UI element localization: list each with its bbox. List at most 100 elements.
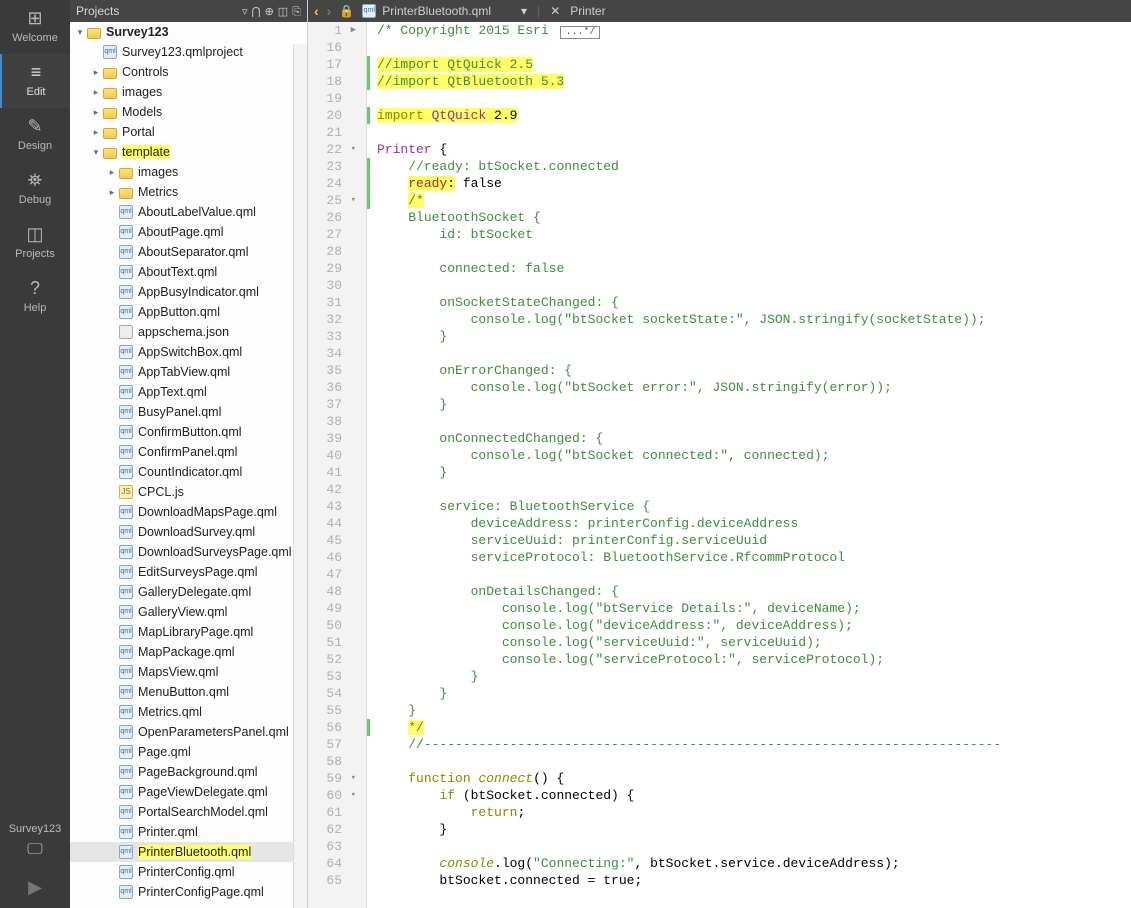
tree-file[interactable]: qmlAboutLabelValue.qml: [70, 202, 307, 222]
code-line[interactable]: console.log("btService Details:", device…: [377, 600, 1131, 617]
code-line[interactable]: [377, 838, 1131, 855]
code-line[interactable]: onSocketStateChanged: {: [377, 294, 1131, 311]
code-line[interactable]: [377, 413, 1131, 430]
code-line[interactable]: import QtQuick 2.9: [377, 107, 1131, 124]
code-line[interactable]: console.log("btSocket socketState:", JSO…: [377, 311, 1131, 328]
tree-file[interactable]: qmlEditSurveysPage.qml: [70, 562, 307, 582]
code-line[interactable]: serviceProtocol: BluetoothService.Rfcomm…: [377, 549, 1131, 566]
nav-back-icon[interactable]: ‹: [314, 3, 319, 19]
tree-file[interactable]: qmlCountIndicator.qml: [70, 462, 307, 482]
tree-file[interactable]: qmlAboutSeparator.qml: [70, 242, 307, 262]
tree-root[interactable]: ▾Survey123: [70, 22, 307, 42]
tree-file[interactable]: qmlGalleryView.qml: [70, 602, 307, 622]
tree-file[interactable]: qmlPrinter.qml: [70, 822, 307, 842]
panel-tool-icon-1[interactable]: ⋂: [252, 6, 261, 18]
breadcrumb[interactable]: Printer: [570, 4, 605, 18]
tree-folder-controls[interactable]: ▸Controls: [70, 62, 307, 82]
tree-file[interactable]: qmlMapLibraryPage.qml: [70, 622, 307, 642]
tree-file[interactable]: qmlAppSwitchBox.qml: [70, 342, 307, 362]
panel-tool-icon-4[interactable]: ⎘: [292, 6, 301, 18]
code-line[interactable]: }: [377, 685, 1131, 702]
tree-folder-template[interactable]: ▾template: [70, 142, 307, 162]
code-line[interactable]: }: [377, 464, 1131, 481]
line-gutter[interactable]: 1▶16171819202122▾232425▾2627282930313233…: [308, 22, 367, 908]
tree-file[interactable]: qmlAppBusyIndicator.qml: [70, 282, 307, 302]
code-line[interactable]: console.log("Connecting:", btSocket.serv…: [377, 855, 1131, 872]
code-line[interactable]: [377, 124, 1131, 141]
code-line[interactable]: service: BluetoothService {: [377, 498, 1131, 515]
code-line[interactable]: console.log("btSocket connected:", conne…: [377, 447, 1131, 464]
code-line[interactable]: //--------------------------------------…: [377, 736, 1131, 753]
code-line[interactable]: return;: [377, 804, 1131, 821]
tree-file[interactable]: qmlPrinterConfig.qml: [70, 862, 307, 882]
tree-file[interactable]: qmlAppTabView.qml: [70, 362, 307, 382]
tree-file[interactable]: qmlOpenParametersPanel.qml: [70, 722, 307, 742]
tree-file[interactable]: qmlAppButton.qml: [70, 302, 307, 322]
code-line[interactable]: [377, 277, 1131, 294]
code-line[interactable]: /* Copyright 2015 Esri ...*/: [377, 22, 1131, 39]
run-button[interactable]: ▶: [28, 867, 42, 908]
code-line[interactable]: }: [377, 668, 1131, 685]
code-line[interactable]: BluetoothSocket {: [377, 209, 1131, 226]
code-line[interactable]: [377, 90, 1131, 107]
tree-file[interactable]: qmlPageBackground.qml: [70, 762, 307, 782]
tree-qmlproject[interactable]: qmlSurvey123.qmlproject: [70, 42, 307, 62]
tree-file[interactable]: qmlPage.qml: [70, 742, 307, 762]
code-line[interactable]: serviceUuid: printerConfig.serviceUuid: [377, 532, 1131, 549]
file-dropdown-icon[interactable]: ▾: [521, 4, 527, 18]
project-tree[interactable]: ▾Survey123qmlSurvey123.qmlproject▸Contro…: [70, 22, 307, 908]
tree-folder-portal[interactable]: ▸Portal: [70, 122, 307, 142]
tree-file[interactable]: qmlDownloadMapsPage.qml: [70, 502, 307, 522]
close-file-icon[interactable]: ✕: [550, 4, 560, 18]
code-line[interactable]: if (btSocket.connected) {: [377, 787, 1131, 804]
code-line[interactable]: //ready: btSocket.connected: [377, 158, 1131, 175]
tree-file[interactable]: qmlMapsView.qml: [70, 662, 307, 682]
code-line[interactable]: }: [377, 702, 1131, 719]
code-line[interactable]: [377, 566, 1131, 583]
rail-item-help[interactable]: ?Help: [0, 270, 70, 324]
code-text[interactable]: /* Copyright 2015 Esri ...*/ //import QtQ…: [367, 22, 1131, 908]
rail-item-design[interactable]: ✎Design: [0, 108, 70, 162]
code-line[interactable]: btSocket.connected = true;: [377, 872, 1131, 889]
tree-file[interactable]: qmlPageViewDelegate.qml: [70, 782, 307, 802]
tree-file[interactable]: qmlPortalSearchModel.qml: [70, 802, 307, 822]
code-line[interactable]: onErrorChanged: {: [377, 362, 1131, 379]
code-line[interactable]: [377, 243, 1131, 260]
tree-file[interactable]: qmlDownloadSurvey.qml: [70, 522, 307, 542]
tree-file[interactable]: qmlDownloadSurveysPage.qml: [70, 542, 307, 562]
code-line[interactable]: [377, 481, 1131, 498]
code-line[interactable]: console.log("deviceAddress:", deviceAddr…: [377, 617, 1131, 634]
code-line[interactable]: [377, 39, 1131, 56]
panel-tool-icon-2[interactable]: ⊕: [265, 6, 274, 18]
tree-file[interactable]: qmlAboutPage.qml: [70, 222, 307, 242]
tree-file[interactable]: qmlMenuButton.qml: [70, 682, 307, 702]
nav-forward-icon[interactable]: ›: [327, 3, 332, 19]
code-line[interactable]: //import QtQuick 2.5: [377, 56, 1131, 73]
code-line[interactable]: ready: false: [377, 175, 1131, 192]
tree-file[interactable]: qmlConfirmButton.qml: [70, 422, 307, 442]
tree-file[interactable]: qmlConfirmPanel.qml: [70, 442, 307, 462]
code-line[interactable]: console.log("serviceProtocol:", serviceP…: [377, 651, 1131, 668]
scrollbar[interactable]: [293, 44, 307, 908]
target-selector-icon[interactable]: 🖵: [0, 841, 70, 859]
rail-item-welcome[interactable]: ⊞Welcome: [0, 0, 70, 54]
code-line[interactable]: /*: [377, 192, 1131, 209]
tree-file[interactable]: qmlBusyPanel.qml: [70, 402, 307, 422]
tree-file[interactable]: qmlAppText.qml: [70, 382, 307, 402]
tree-folder-images[interactable]: ▸images: [70, 82, 307, 102]
panel-tool-icon-3[interactable]: ◫: [278, 6, 288, 18]
code-line[interactable]: onDetailsChanged: {: [377, 583, 1131, 600]
tree-file[interactable]: qmlAboutText.qml: [70, 262, 307, 282]
tree-file[interactable]: appschema.json: [70, 322, 307, 342]
rail-item-projects[interactable]: ◫Projects: [0, 216, 70, 270]
tree-file[interactable]: qmlPrinterBluetooth.qml: [70, 842, 307, 862]
code-line[interactable]: [377, 345, 1131, 362]
code-line[interactable]: id: btSocket: [377, 226, 1131, 243]
rail-item-edit[interactable]: ≡Edit: [0, 54, 70, 108]
code-line[interactable]: }: [377, 821, 1131, 838]
open-file-tab[interactable]: qml PrinterBluetooth.qml ▾: [362, 4, 527, 18]
tree-file[interactable]: qmlMetrics.qml: [70, 702, 307, 722]
code-line[interactable]: onConnectedChanged: {: [377, 430, 1131, 447]
tree-file[interactable]: qmlPrinterConfigPage.qml: [70, 882, 307, 902]
lock-icon[interactable]: 🔒: [339, 4, 354, 18]
